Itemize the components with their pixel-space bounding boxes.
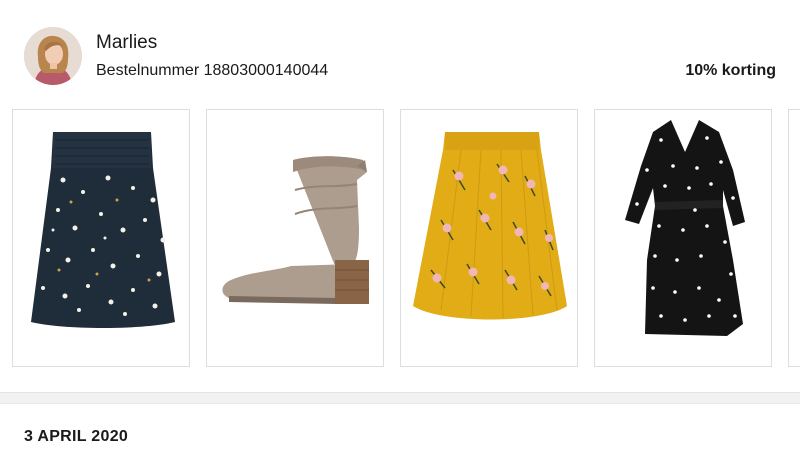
customer-avatar — [24, 27, 82, 85]
taupe-suede-ankle-boot-image — [222, 156, 369, 304]
section-date-heading: 3 APRIL 2020 — [24, 428, 129, 445]
product-carousel[interactable] — [0, 108, 800, 370]
product-card[interactable] — [12, 109, 190, 367]
discount-label: 10% korting — [685, 62, 776, 79]
navy-floral-skirt-image — [31, 132, 175, 328]
yellow-floral-skirt-image — [413, 132, 567, 320]
product-card[interactable] — [400, 109, 578, 367]
customer-name: Marlies — [96, 32, 158, 53]
product-card[interactable] — [788, 109, 800, 367]
black-polka-dot-wrap-dress-image — [625, 120, 745, 336]
section-divider — [0, 392, 800, 404]
product-card[interactable] — [594, 109, 772, 367]
order-number: Bestelnummer 18803000140044 — [96, 62, 329, 79]
product-card[interactable] — [206, 109, 384, 367]
